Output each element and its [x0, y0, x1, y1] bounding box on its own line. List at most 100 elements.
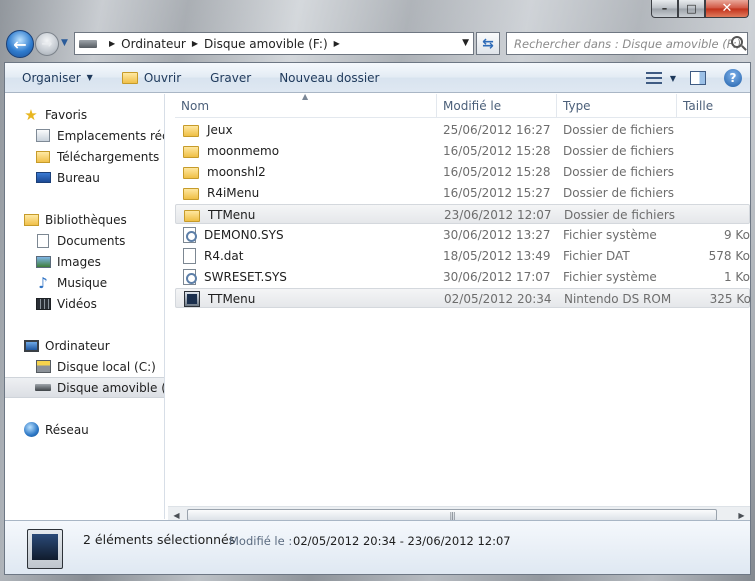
nav-libraries[interactable]: Bibliothèques [5, 209, 164, 230]
nav-recent-places[interactable]: Emplacements récents [5, 125, 164, 146]
file-type: Fichier DAT [563, 249, 630, 263]
file-row[interactable]: DEMON0.SYS 30/06/2012 13:27 Fichier syst… [175, 225, 750, 245]
desktop-icon [35, 172, 51, 183]
open-folder-icon [121, 71, 138, 84]
breadcrumb-separator[interactable]: ▶ [109, 39, 115, 48]
file-size: 325 Ko [709, 292, 751, 306]
nav-local-disk[interactable]: Disque local (C:) [5, 356, 164, 377]
file-size [678, 120, 750, 140]
selection-count: 2 éléments sélectionnés [83, 532, 236, 547]
details-pane: 2 éléments sélectionnés Modifié le : 02/… [5, 520, 750, 574]
file-size [679, 205, 751, 225]
nav-downloads[interactable]: Téléchargements [5, 146, 164, 167]
nav-libraries-label: Bibliothèques [45, 212, 127, 227]
navigation-pane: ★ Favoris Emplacements récents Télécharg… [5, 94, 165, 519]
organize-button[interactable]: Organiser ▼ [5, 63, 102, 93]
file-modified: 16/05/2012 15:28 [443, 144, 551, 158]
libraries-icon [23, 213, 39, 226]
recent-places-icon [36, 129, 50, 142]
file-row[interactable]: moonmemo 16/05/2012 15:28 Dossier de fic… [175, 141, 750, 161]
preview-pane-icon[interactable] [690, 71, 706, 85]
modified-value: 02/05/2012 20:34 - 23/06/2012 12:07 [293, 534, 511, 548]
column-size[interactable]: Taille [677, 94, 750, 118]
address-bar[interactable]: ▶ Ordinateur ▶ Disque amovible (F:) ▶ ▼ [74, 32, 474, 55]
file-name: SWRESET.SYS [204, 270, 287, 284]
removable-drive-icon [79, 39, 97, 48]
file-row[interactable]: TTMenu 02/05/2012 20:34 Nintendo DS ROM … [175, 288, 751, 308]
nav-desktop[interactable]: Bureau [5, 167, 164, 188]
file-row[interactable]: Jeux 25/06/2012 16:27 Dossier de fichier… [175, 120, 750, 140]
file-modified: 02/05/2012 20:34 [444, 292, 552, 306]
nav-network-label: Réseau [45, 422, 89, 437]
search-input[interactable]: Rechercher dans : Disque amovible (F:) [506, 32, 748, 55]
close-button[interactable]: ✕ [705, 0, 749, 18]
new-folder-button[interactable]: Nouveau dossier [260, 63, 388, 93]
nav-recent-places-label: Emplacements récents [57, 128, 164, 143]
downloads-icon [36, 150, 50, 163]
column-modified-label: Modifié le [443, 99, 502, 113]
breadcrumb-separator[interactable]: ▶ [334, 39, 340, 48]
burn-button[interactable]: Graver [190, 63, 260, 93]
file-row[interactable]: SWRESET.SYS 30/06/2012 17:07 Fichier sys… [175, 267, 750, 287]
breadcrumb-removable-disk[interactable]: Disque amovible (F:) [204, 37, 328, 51]
column-name[interactable]: Nom [175, 94, 437, 118]
folder-icon [183, 146, 199, 158]
column-name-label: Nom [181, 99, 210, 113]
forward-button[interactable]: → [35, 32, 59, 56]
grip-icon: ||| [449, 510, 455, 520]
breadcrumb-computer[interactable]: Ordinateur [121, 37, 186, 51]
forward-arrow-icon: → [41, 36, 53, 52]
file-type: Dossier de fichiers [563, 186, 675, 200]
nav-documents[interactable]: Documents [5, 230, 164, 251]
file-type: Nintendo DS ROM [564, 292, 672, 306]
nav-pictures[interactable]: Images [5, 251, 164, 272]
nav-videos[interactable]: Vidéos [5, 293, 164, 314]
column-type[interactable]: Type [557, 94, 677, 118]
column-modified[interactable]: Modifié le [437, 94, 557, 118]
nav-removable-disk-label: Disque amovible (F:) [57, 380, 164, 395]
folder-icon [183, 125, 199, 137]
back-arrow-icon: ← [13, 34, 27, 54]
file-name: R4.dat [204, 249, 244, 263]
nds-rom-thumbnail-icon [27, 529, 63, 569]
nav-music[interactable]: ♪ Musique [5, 272, 164, 293]
help-icon[interactable]: ? [724, 69, 742, 87]
file-name: moonmemo [207, 144, 280, 158]
star-icon: ★ [24, 105, 38, 124]
views-dropdown-icon[interactable]: ▼ [670, 74, 676, 83]
burn-label: Graver [210, 70, 252, 85]
documents-icon [37, 233, 49, 248]
system-file-icon [183, 227, 197, 243]
file-size [678, 183, 750, 203]
file-modified: 16/05/2012 15:28 [443, 165, 551, 179]
address-dropdown-icon[interactable]: ▼ [462, 38, 469, 48]
file-name: Jeux [207, 123, 233, 137]
nav-computer[interactable]: Ordinateur [5, 335, 164, 356]
refresh-icon: ⇆ [482, 35, 494, 52]
folder-icon [183, 188, 199, 200]
navigation-bar: ← → ▼ ▶ Ordinateur ▶ Disque amovible (F:… [0, 28, 755, 62]
views-icon[interactable] [645, 72, 662, 84]
file-row[interactable]: moonshl2 16/05/2012 15:28 Dossier de fic… [175, 162, 750, 182]
pictures-icon [35, 255, 51, 268]
file-row[interactable]: TTMenu 23/06/2012 12:07 Dossier de fichi… [175, 204, 750, 224]
file-modified: 23/06/2012 12:07 [444, 208, 552, 222]
file-size [678, 162, 750, 182]
nav-network[interactable]: Réseau [5, 419, 164, 440]
nav-favorites[interactable]: ★ Favoris [5, 104, 164, 125]
nav-removable-disk[interactable]: Disque amovible (F:) [5, 377, 164, 398]
maximize-button[interactable]: □ [678, 0, 705, 18]
file-modified: 30/06/2012 17:07 [443, 270, 551, 284]
minimize-button[interactable]: – [651, 0, 678, 18]
back-button[interactable]: ← [6, 30, 34, 58]
new-folder-label: Nouveau dossier [279, 70, 380, 85]
search-placeholder: Rechercher dans : Disque amovible (F:) [514, 36, 742, 51]
file-row[interactable]: R4.dat 18/05/2012 13:49 Fichier DAT 578 … [175, 246, 750, 266]
breadcrumb-separator[interactable]: ▶ [192, 39, 198, 48]
open-button[interactable]: Ouvrir [102, 63, 190, 93]
file-row[interactable]: R4iMenu 16/05/2012 15:27 Dossier de fich… [175, 183, 750, 203]
file-size [678, 141, 750, 161]
recent-pages-dropdown[interactable]: ▼ [61, 38, 68, 48]
refresh-button[interactable]: ⇆ [476, 32, 500, 55]
file-type: Dossier de fichiers [563, 165, 675, 179]
